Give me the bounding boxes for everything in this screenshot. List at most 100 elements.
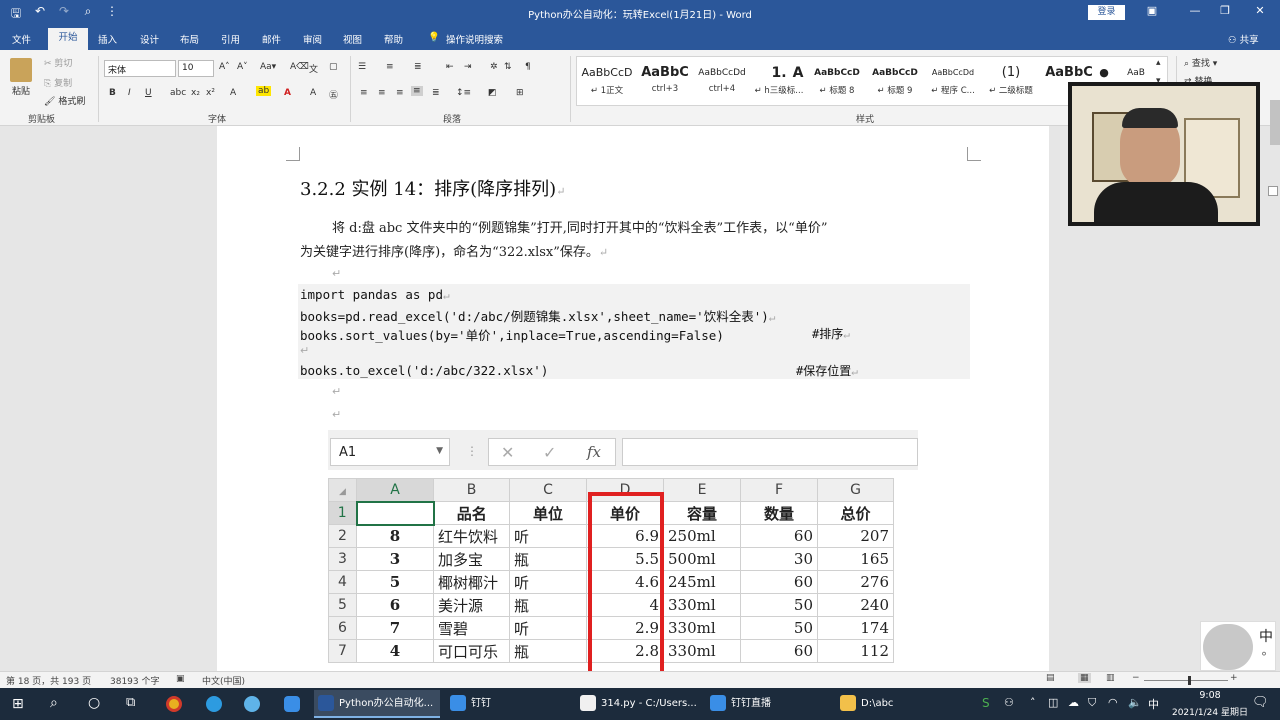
excel-screenshot-image[interactable]: A1 ▼ ⋮ ✕ ✓ fx ◢ A B C D E F G 1 品名 单位 单价 … xyxy=(328,430,918,671)
search-icon[interactable]: ⌕ xyxy=(50,695,58,711)
webcam-overlay[interactable] xyxy=(1068,82,1260,226)
multilevel-list-icon[interactable]: ≣ xyxy=(414,62,422,72)
read-mode-icon[interactable]: ▤ xyxy=(1046,673,1055,683)
wifi-icon[interactable]: ◠ xyxy=(1108,696,1118,709)
font-color-icon[interactable]: A xyxy=(284,88,291,98)
page-count[interactable]: 第 18 页，共 193 页 xyxy=(6,674,91,687)
taskbar-app-dingtalk[interactable]: 钉钉 xyxy=(446,690,570,718)
subscript-icon[interactable]: x₂ xyxy=(191,88,200,98)
login-button[interactable]: 登录 xyxy=(1088,5,1125,20)
zoom-slider-thumb[interactable] xyxy=(1188,676,1191,685)
minimize-icon[interactable]: — xyxy=(1180,4,1210,17)
clock-date[interactable]: 2021/1/24 星期日 xyxy=(1154,705,1266,718)
style-program[interactable]: AaBbCcDd ↵ 程序 C... xyxy=(924,62,982,106)
macro-record-icon[interactable]: ▣ xyxy=(176,674,185,684)
align-right-icon[interactable]: ≡ xyxy=(396,88,404,98)
chrome-icon[interactable] xyxy=(166,696,182,712)
browser-icon[interactable] xyxy=(244,696,260,712)
shrink-font-icon[interactable]: A˅ xyxy=(237,62,248,72)
paste-icon[interactable] xyxy=(10,58,32,82)
copy-button[interactable]: ⎘ 复制 xyxy=(44,76,72,89)
chevron-up-icon[interactable]: ˄ xyxy=(1030,696,1036,709)
line-spacing-icon[interactable]: ↕≡ xyxy=(456,88,471,98)
print-preview-icon[interactable]: ⌕ xyxy=(80,4,96,25)
edge-icon[interactable] xyxy=(206,696,222,712)
find-button[interactable]: ⌕ 查找 ▾ xyxy=(1184,56,1217,69)
undo-icon[interactable]: ↶ xyxy=(32,4,48,25)
language-indicator[interactable]: 中文(中国) xyxy=(202,674,245,687)
taskbar-app-explorer[interactable]: D:\abc xyxy=(836,690,962,718)
tab-help[interactable]: 帮助 xyxy=(384,32,403,46)
cut-button[interactable]: ✂ 剪切 xyxy=(44,56,72,69)
tab-design[interactable]: 设计 xyxy=(140,32,159,46)
people-icon[interactable]: ⚇ xyxy=(1004,696,1014,709)
change-case-icon[interactable]: Aa▾ xyxy=(260,62,276,72)
highlight-icon[interactable]: ab xyxy=(256,86,272,96)
ribbon-display-options-icon[interactable]: ▣ xyxy=(1137,4,1167,17)
print-layout-icon[interactable]: ▦ xyxy=(1078,673,1091,683)
web-layout-icon[interactable]: ▥ xyxy=(1106,673,1115,683)
tab-mailings[interactable]: 邮件 xyxy=(262,32,281,46)
close-icon[interactable]: ✕ xyxy=(1245,4,1275,17)
sort-icon[interactable]: ⇅ xyxy=(504,62,512,72)
network-icon[interactable]: ◫ xyxy=(1048,696,1058,709)
taskbar-app-python[interactable]: 314.py - C:/Users... xyxy=(576,690,702,718)
superscript-icon[interactable]: x² xyxy=(206,88,215,98)
sogou-tray-icon[interactable]: S xyxy=(982,696,990,710)
bold-icon[interactable]: B xyxy=(109,88,116,98)
word-count[interactable]: 38193 个字 xyxy=(110,674,160,687)
gallery-scroll-up-icon[interactable]: ▴ xyxy=(1156,58,1161,68)
font-name-dropdown[interactable]: 宋体 xyxy=(104,60,176,77)
security-icon[interactable]: ⛉ xyxy=(1088,696,1096,710)
dingtalk-pinned-icon[interactable] xyxy=(284,696,300,712)
align-left-icon[interactable]: ≡ xyxy=(360,88,368,98)
font-size-dropdown[interactable]: 10 xyxy=(178,60,214,77)
customize-icon[interactable]: ⋮ xyxy=(104,4,120,25)
share-button[interactable]: ⚇ 共享 xyxy=(1228,32,1259,46)
ime-widget[interactable]: 中 ° xyxy=(1200,621,1276,671)
text-effects-icon[interactable]: A xyxy=(230,88,236,98)
maximize-icon[interactable]: ❐ xyxy=(1210,4,1240,17)
enclose-char-icon[interactable]: ㊄ xyxy=(329,88,338,101)
style-ctrl4[interactable]: AaBbCcDd ctrl+4 xyxy=(693,62,751,106)
cloud-icon[interactable]: ☁ xyxy=(1068,696,1079,709)
numbering-icon[interactable]: ≡ xyxy=(386,62,394,72)
style-h2[interactable]: (1) ↵ 二级标题 xyxy=(982,62,1040,106)
redo-icon[interactable]: ↷ xyxy=(56,4,72,25)
decrease-indent-icon[interactable]: ⇤ xyxy=(446,62,454,72)
clear-format-icon[interactable]: A⌫ xyxy=(290,62,309,72)
shading-icon[interactable]: ◩ xyxy=(488,88,497,98)
cortana-icon[interactable]: ○ xyxy=(88,695,100,711)
show-marks-icon[interactable]: ¶ xyxy=(525,62,531,72)
save-icon[interactable]: 🖫 xyxy=(8,4,24,25)
justify-icon[interactable]: ≡ xyxy=(411,86,423,96)
tab-layout[interactable]: 布局 xyxy=(180,32,199,46)
tab-review[interactable]: 审阅 xyxy=(303,32,322,46)
taskbar-app-word[interactable]: Python办公自动化... xyxy=(314,690,440,718)
italic-icon[interactable]: I xyxy=(128,88,131,98)
underline-icon[interactable]: U xyxy=(145,88,152,98)
vertical-scrollbar-thumb[interactable] xyxy=(1270,100,1280,145)
grow-font-icon[interactable]: A˄ xyxy=(219,62,230,72)
volume-icon[interactable]: 🔈 xyxy=(1128,696,1142,709)
chinese-layout-icon[interactable]: ✲ xyxy=(490,62,498,72)
task-view-icon[interactable]: ⧉ xyxy=(126,695,135,710)
windows-start-icon[interactable]: ⊞ xyxy=(12,696,24,712)
notification-icon[interactable]: 🗨 xyxy=(1252,695,1269,710)
style-heading9[interactable]: AaBbCcD ↵ 标题 9 xyxy=(866,62,924,106)
char-shading-icon[interactable]: A xyxy=(310,88,316,98)
strikethrough-icon[interactable]: abc xyxy=(170,88,186,98)
align-center-icon[interactable]: ≡ xyxy=(378,88,386,98)
style-a[interactable]: A xyxy=(788,62,808,106)
tab-home[interactable]: 开始 xyxy=(48,28,88,50)
format-painter-button[interactable]: 🖌 格式刷 xyxy=(44,94,85,107)
paste-button[interactable]: 粘贴 xyxy=(12,84,30,97)
tab-insert[interactable]: 插入 xyxy=(98,32,117,46)
tab-references[interactable]: 引用 xyxy=(221,32,240,46)
style-ctrl3[interactable]: AaBbC ctrl+3 xyxy=(636,62,694,106)
borders-icon[interactable]: ⊞ xyxy=(516,88,524,98)
bullets-icon[interactable]: ☰ xyxy=(358,62,366,72)
tell-me-search[interactable]: 操作说明搜索 xyxy=(446,32,503,46)
distributed-icon[interactable]: ≣ xyxy=(432,88,440,98)
style-heading8[interactable]: AaBbCcD ↵ 标题 8 xyxy=(808,62,866,106)
